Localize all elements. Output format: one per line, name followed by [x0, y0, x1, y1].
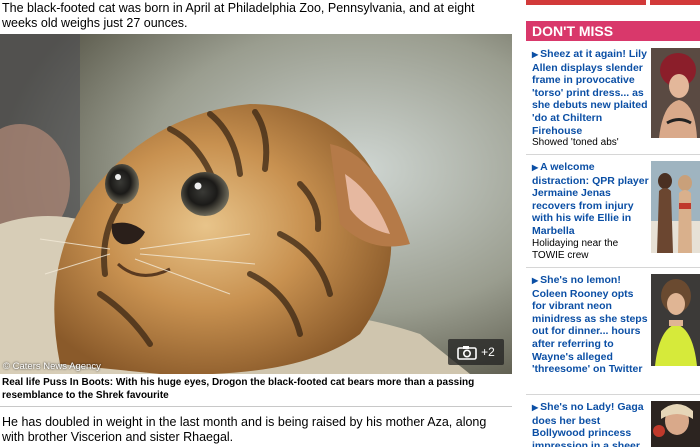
top-stripes	[526, 0, 700, 6]
gallery-count: +2	[481, 345, 495, 359]
dont-miss-subtitle: Showed 'toned abs'	[532, 137, 619, 149]
article-photo[interactable]: © Caters News Agency +2	[0, 34, 512, 374]
arrow-right-icon: ▶	[532, 163, 539, 172]
article-column: The black-footed cat was born in April a…	[0, 0, 512, 447]
dont-miss-item[interactable]: ▶ Sheez at it again! Lily Allen displays …	[526, 48, 700, 152]
dont-miss-header: DON'T MISS	[526, 21, 700, 41]
dont-miss-thumbnail[interactable]	[651, 161, 700, 253]
gallery-button[interactable]: +2	[448, 339, 504, 365]
arrow-right-icon: ▶	[532, 50, 539, 59]
dont-miss-headline[interactable]: ▶ A welcome distraction: QPR player Jerma…	[532, 161, 650, 238]
dont-miss-headline[interactable]: ▶ She's no lemon! Coleen Rooney opts for …	[532, 274, 650, 376]
dont-miss-item[interactable]: ▶ She's no Lady! Gaga does her best Bolly…	[526, 401, 700, 447]
dont-miss-thumbnail[interactable]	[651, 48, 700, 138]
article-paragraph: He has doubled in weight in the last mon…	[2, 415, 487, 444]
photo-credit: © Caters News Agency	[3, 361, 101, 372]
dont-miss-headline[interactable]: ▶ She's no Lady! Gaga does her best Bolly…	[532, 401, 650, 447]
arrow-right-icon: ▶	[532, 276, 539, 285]
dont-miss-item[interactable]: ▶ She's no lemon! Coleen Rooney opts for …	[526, 274, 700, 392]
photo-caption: Real life Puss In Boots: With his huge e…	[2, 377, 475, 401]
dont-miss-headline[interactable]: ▶ Sheez at it again! Lily Allen displays …	[532, 48, 650, 137]
dont-miss-thumbnail[interactable]	[651, 401, 700, 447]
dont-miss-subtitle: Holidaying near the TOWIE crew	[532, 237, 619, 262]
arrow-right-icon: ▶	[532, 403, 539, 412]
dont-miss-item[interactable]: ▶ A welcome distraction: QPR player Jerma…	[526, 161, 700, 265]
caption-divider	[0, 406, 512, 407]
article-intro: The black-footed cat was born in April a…	[2, 1, 475, 30]
camera-icon	[457, 345, 477, 360]
kitten-image	[0, 34, 512, 374]
dont-miss-sidebar: DON'T MISS ▶ Sheez at it again! Lily Alle…	[526, 0, 700, 447]
dont-miss-thumbnail[interactable]	[651, 274, 700, 366]
